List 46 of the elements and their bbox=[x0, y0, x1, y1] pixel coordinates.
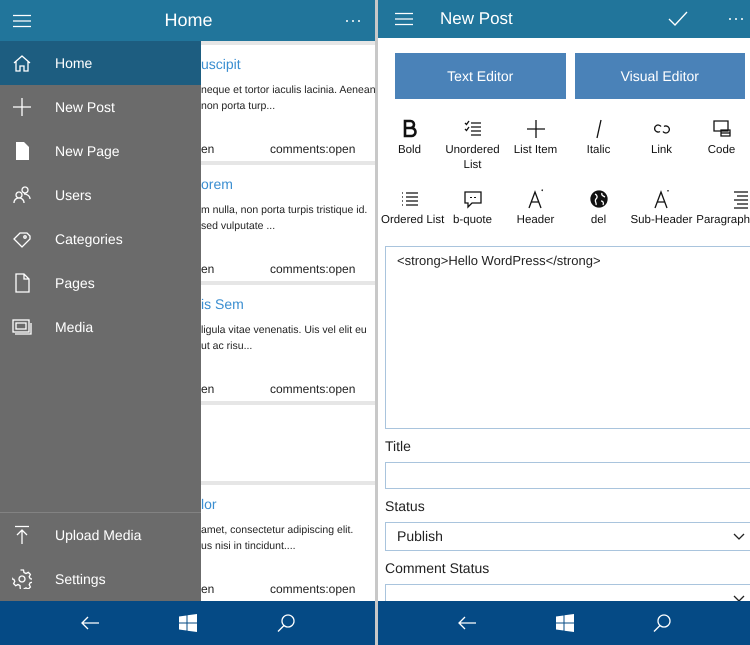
toolbar-label[interactable]: Header bbox=[516, 213, 554, 228]
post-excerpt: ligula vitae venenatis. Uis vel elit eu ut ac risu... bbox=[201, 323, 368, 354]
nav-item[interactable]: Users bbox=[0, 173, 201, 217]
post-status: en bbox=[201, 381, 216, 398]
comment-status: comments:open bbox=[270, 141, 356, 158]
post-excerpt: m nulla, non porta turpis tristique id. sed vulputate ... bbox=[201, 203, 368, 234]
post-excerpt: amet, consectetur adipiscing elit. us nisi in tincidunt.... bbox=[201, 523, 354, 554]
toolbar-label[interactable]: Ordered List bbox=[381, 213, 444, 228]
comment-status: comments:open bbox=[270, 261, 356, 278]
nav-item[interactable]: New Page bbox=[0, 129, 201, 173]
toolbar-label[interactable]: Italic bbox=[586, 143, 610, 158]
comment-status: comments:open bbox=[270, 381, 356, 398]
field-label: Comment Status bbox=[385, 559, 490, 577]
nav-item[interactable]: New Post bbox=[0, 85, 201, 129]
header-title: New Post bbox=[440, 8, 514, 30]
toolbar-label[interactable]: Code bbox=[708, 143, 736, 158]
content-editor[interactable]: <strong>Hello WordPress</strong> bbox=[385, 246, 750, 429]
post-title[interactable]: orem bbox=[201, 165, 375, 193]
toolbar-label[interactable]: del bbox=[590, 213, 606, 228]
nav-item[interactable]: Home bbox=[0, 41, 201, 85]
toolbar-label[interactable]: b-quote bbox=[452, 213, 492, 228]
editor-button[interactable]: Text Editor bbox=[395, 53, 566, 99]
toolbar-label[interactable]: Link bbox=[650, 143, 672, 158]
toolbar-label[interactable]: Paragraph bbox=[696, 213, 750, 228]
nav-item[interactable]: Media bbox=[0, 305, 201, 349]
field-label: Title bbox=[385, 437, 412, 455]
field-label: Status bbox=[385, 497, 426, 515]
toolbar-label[interactable]: Sub-Header bbox=[630, 213, 692, 228]
toolbar-label[interactable]: List Item bbox=[514, 143, 558, 158]
post-status: en bbox=[201, 581, 216, 598]
header-title: Home bbox=[163, 9, 214, 32]
editor-button[interactable]: Visual Editor bbox=[574, 53, 745, 99]
post-status: en bbox=[201, 141, 216, 158]
post-excerpt: neque et tortor iaculis lacinia. Aenean non porta turp... bbox=[201, 83, 375, 114]
post-title[interactable]: uscipit bbox=[201, 45, 375, 73]
nav-item[interactable]: Settings bbox=[0, 557, 201, 601]
post-title[interactable]: lor bbox=[201, 485, 375, 513]
nav-item[interactable]: Categories bbox=[0, 217, 201, 261]
post-title[interactable]: is Sem bbox=[201, 285, 375, 313]
nav-item[interactable]: Upload Media bbox=[0, 513, 201, 557]
nav-item[interactable]: Pages bbox=[0, 261, 201, 305]
toolbar-label[interactable]: Unordered List bbox=[441, 143, 504, 173]
toolbar-label[interactable]: Bold bbox=[398, 143, 422, 158]
post-status: en bbox=[201, 261, 216, 278]
status-dropdown[interactable]: Publish bbox=[385, 522, 750, 551]
comment-status: comments:open bbox=[270, 581, 356, 598]
